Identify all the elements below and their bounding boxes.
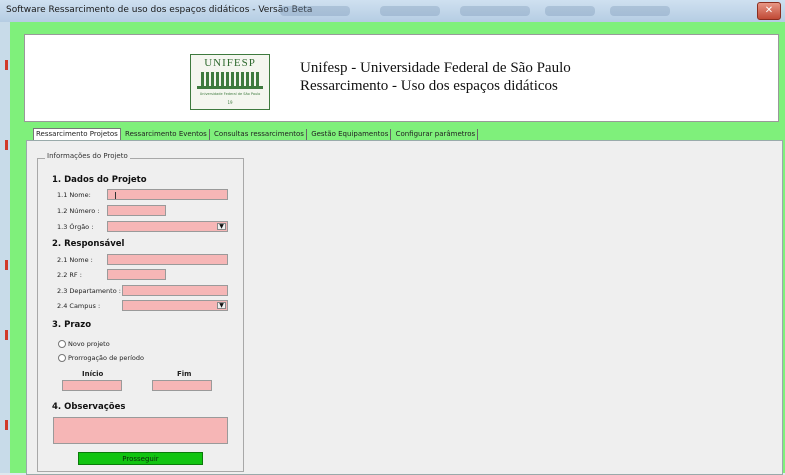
section-prazo: 3. Prazo [52, 320, 92, 330]
window-title: Software Ressarcimento de uso dos espaço… [6, 5, 313, 15]
text-caret [115, 192, 116, 199]
section-responsavel: 2. Responsável [52, 239, 125, 249]
label-orgao: 1.3 Órgão : [57, 223, 94, 231]
unifesp-logo: UNIFESP Universidade Federal de São Paul… [190, 54, 270, 110]
radio-novo-projeto[interactable] [58, 340, 66, 348]
radio-prorrogacao[interactable] [58, 354, 66, 362]
orgao-select[interactable]: ▼ [107, 221, 228, 232]
nome-responsavel-input[interactable] [107, 254, 228, 265]
frame-marker [5, 260, 8, 270]
tab-gestao-equipamentos[interactable]: Gestão Equipamentos [309, 129, 392, 140]
blurred-title-area [610, 6, 670, 16]
label-nome-responsavel: 2.1 Nome : [57, 256, 93, 264]
blurred-title-area [460, 6, 530, 16]
prosseguir-button[interactable]: Prosseguir [78, 452, 203, 465]
header-text: Unifesp - Universidade Federal de São Pa… [300, 59, 571, 95]
label-campus: 2.4 Campus : [57, 302, 101, 310]
fim-input[interactable] [152, 380, 212, 391]
section-observacoes: 4. Observações [52, 402, 126, 412]
inicio-input[interactable] [62, 380, 122, 391]
blurred-title-area [545, 6, 595, 16]
header-line-2: Ressarcimento - Uso dos espaços didático… [300, 78, 558, 94]
label-departamento: 2.3 Departamento : [57, 287, 121, 295]
campus-select[interactable]: ▼ [122, 300, 228, 311]
frame-marker [5, 60, 8, 70]
nome-projeto-input[interactable] [107, 189, 228, 200]
observacoes-textarea[interactable] [53, 417, 228, 444]
logo-year: 19 [227, 100, 233, 105]
label-numero: 1.2 Número : [57, 207, 100, 215]
section-dados-projeto: 1. Dados do Projeto [52, 175, 147, 185]
project-info-legend: Informações do Projeto [45, 152, 130, 160]
label-nome-projeto: 1.1 Nome: [57, 191, 91, 199]
label-prorrogacao[interactable]: Prorrogação de período [68, 354, 144, 362]
logo-columns-icon [201, 72, 259, 86]
logo-text: UNIFESP [204, 57, 256, 69]
tab-ressarcimento-projetos[interactable]: Ressarcimento Projetos [33, 128, 121, 140]
label-fim: Fim [177, 370, 192, 378]
departamento-input[interactable] [122, 285, 228, 296]
frame-marker [5, 140, 8, 150]
tab-consultas-ressarcimentos[interactable]: Consultas ressarcimentos [212, 129, 307, 140]
tab-ressarcimento-eventos[interactable]: Ressarcimento Eventos [123, 129, 210, 140]
tab-configurar-parametros[interactable]: Configurar parâmetros [394, 129, 479, 140]
chevron-down-icon[interactable]: ▼ [217, 302, 226, 309]
label-rf: 2.2 RF : [57, 271, 82, 279]
logo-base [197, 86, 263, 89]
label-novo-projeto[interactable]: Novo projeto [68, 340, 110, 348]
chevron-down-icon[interactable]: ▼ [217, 223, 226, 230]
window-frame [0, 22, 10, 473]
tab-strip: Ressarcimento Projetos Ressarcimento Eve… [33, 128, 479, 140]
blurred-title-area [280, 6, 350, 16]
rf-input[interactable] [107, 269, 166, 280]
frame-marker [5, 420, 8, 430]
close-button[interactable]: ✕ [757, 2, 781, 20]
title-bar: Software Ressarcimento de uso dos espaço… [0, 0, 785, 23]
frame-marker [5, 330, 8, 340]
label-inicio: Início [82, 370, 104, 378]
numero-input[interactable] [107, 205, 166, 216]
logo-subtitle: Universidade Federal de São Paulo [199, 92, 261, 96]
blurred-title-area [380, 6, 440, 16]
header-line-1: Unifesp - Universidade Federal de São Pa… [300, 60, 571, 76]
